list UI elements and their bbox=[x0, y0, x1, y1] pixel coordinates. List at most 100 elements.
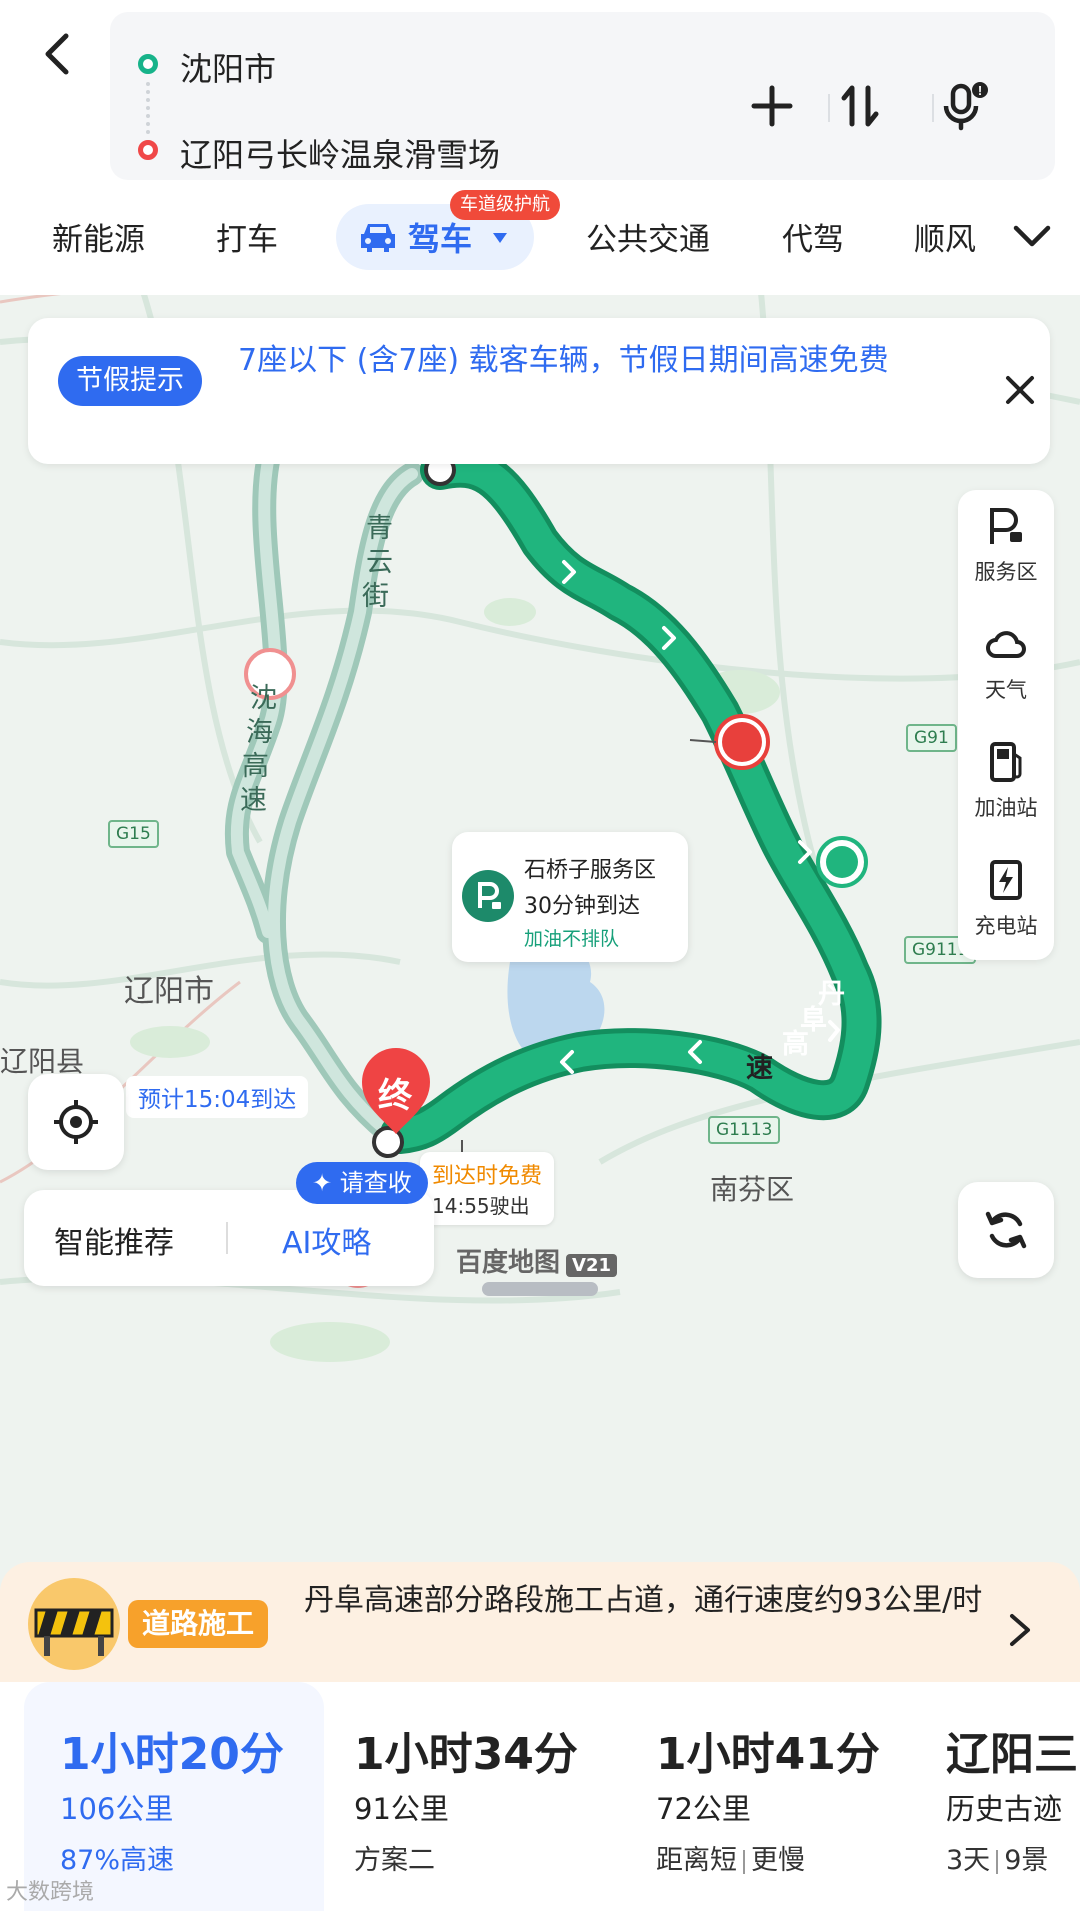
construction-barrier-icon bbox=[28, 1578, 120, 1670]
swap-button[interactable] bbox=[834, 80, 886, 132]
toll-free-label: 到达时免费 14:55驶出 bbox=[420, 1152, 555, 1225]
charging-station-label: 充电站 bbox=[974, 914, 1038, 938]
holiday-badge: 节假提示 bbox=[58, 356, 202, 406]
highway-shield: G15 bbox=[108, 820, 159, 848]
plan-distance: 91公里 bbox=[354, 1792, 449, 1826]
end-dot-icon bbox=[138, 140, 158, 160]
corner-watermark: 大数跨境 bbox=[6, 1880, 95, 1905]
route-input-panel: 沈阳市 辽阳弓长岭温泉滑雪场 ! bbox=[110, 12, 1055, 180]
plan-tag-b: 更慢 bbox=[751, 1845, 805, 1876]
holiday-text: 7座以下 (含7座) 载客车辆，节假日期间高速免费 bbox=[238, 343, 889, 378]
plan-duration: 1小时41分 bbox=[656, 1729, 880, 1780]
end-marker[interactable]: 终 bbox=[378, 1068, 412, 1117]
top-bar: 沈阳市 辽阳弓长岭温泉滑雪场 ! 新能源 打车 驾车 车道级护航 公共交通 代驾… bbox=[0, 0, 1080, 295]
place-label: 南芬区 bbox=[710, 1173, 795, 1206]
tab-chauffeur[interactable]: 代驾 bbox=[782, 214, 844, 259]
plan-tag: 87%高速 bbox=[60, 1845, 175, 1876]
road-label: 街 bbox=[362, 581, 389, 612]
service-area-layer[interactable]: 服务区 bbox=[958, 490, 1054, 606]
start-field[interactable]: 沈阳市 bbox=[180, 44, 276, 90]
tab-public-transit[interactable]: 公共交通 bbox=[586, 214, 710, 259]
tab-taxi[interactable]: 打车 bbox=[216, 214, 278, 259]
car-icon bbox=[361, 224, 395, 252]
service-area-eta: 30分钟到达 bbox=[524, 894, 640, 919]
check-tip-bubble[interactable]: ✦ 请查收 bbox=[296, 1162, 428, 1204]
service-area-label: 服务区 bbox=[974, 560, 1038, 584]
exit-time-text: 14:55驶出 bbox=[432, 1194, 530, 1218]
plan-distance: 72公里 bbox=[656, 1792, 751, 1826]
service-area-icon bbox=[990, 508, 1022, 544]
route-plans: 1小时20分 106公里 87%高速 1小时34分 91公里 方案二 1小时41… bbox=[0, 1682, 1080, 1911]
guide-tag: 3天 9景 bbox=[946, 1838, 1048, 1877]
highway-shield: G1113 bbox=[708, 1116, 781, 1144]
guide-tag-b: 9景 bbox=[1004, 1845, 1049, 1876]
add-waypoint-button[interactable] bbox=[746, 80, 798, 132]
plus-icon bbox=[751, 85, 793, 127]
eta-label: 预计15:04到达 bbox=[126, 1076, 309, 1118]
watermark-version: V21 bbox=[566, 1254, 617, 1277]
chevron-left-icon bbox=[45, 33, 69, 75]
destination-field[interactable]: 辽阳弓长岭温泉滑雪场 bbox=[180, 130, 500, 176]
toll-free-text: 到达时免费 bbox=[432, 1164, 543, 1189]
chevron-down-icon bbox=[1013, 225, 1051, 247]
service-area-note: 加油不排队 bbox=[524, 928, 620, 950]
crosshair-icon bbox=[54, 1100, 98, 1144]
highway-shield: G91 bbox=[906, 724, 957, 752]
route-plan-3[interactable]: 1小时41分 72公里 距离短 更慢 bbox=[620, 1682, 920, 1911]
road-label: 速 bbox=[746, 1053, 773, 1084]
gas-station-layer[interactable]: 加油站 bbox=[958, 726, 1054, 842]
cloud-icon bbox=[986, 631, 1026, 658]
weather-layer[interactable]: 天气 bbox=[958, 608, 1054, 724]
fuel-icon bbox=[990, 742, 1022, 782]
tab-new-energy[interactable]: 新能源 bbox=[52, 214, 145, 259]
start-dot-icon bbox=[138, 54, 158, 74]
lane-guidance-badge: 车道级护航 bbox=[450, 190, 560, 220]
plan-distance: 106公里 bbox=[60, 1792, 174, 1826]
caret-down-icon bbox=[493, 233, 507, 243]
plan-duration: 1小时34分 bbox=[354, 1729, 578, 1780]
notice-arrow[interactable] bbox=[1006, 1610, 1034, 1650]
route-connector bbox=[146, 82, 150, 134]
plan-tag: 方案二 bbox=[354, 1845, 435, 1876]
refresh-icon bbox=[985, 1211, 1027, 1249]
map-brand-watermark: 百度地图 V21 bbox=[456, 1242, 617, 1279]
tool-divider bbox=[828, 94, 830, 122]
tag-divider bbox=[996, 1849, 999, 1874]
back-button[interactable] bbox=[38, 30, 78, 78]
close-icon bbox=[1006, 376, 1034, 404]
guide-title: 辽阳三 bbox=[946, 1729, 1078, 1780]
swap-icon bbox=[841, 85, 879, 127]
service-area-name: 石桥子服务区 bbox=[524, 858, 657, 883]
road-label: 高 bbox=[782, 1029, 809, 1060]
voice-button[interactable]: ! bbox=[938, 80, 990, 132]
map-layer-panel: 服务区 天气 加油站 充电站 bbox=[958, 490, 1054, 960]
service-area-card[interactable]: 石桥子服务区 30分钟到达 加油不排队 bbox=[452, 832, 688, 962]
smart-recommend-panel: 智能推荐 AI攻略 bbox=[24, 1190, 434, 1286]
refresh-route-button[interactable] bbox=[958, 1182, 1054, 1278]
sheet-drag-handle[interactable] bbox=[482, 1282, 598, 1296]
construction-text: 丹阜高速部分路段施工占道，通行速度约93公里/时 bbox=[304, 1583, 983, 1618]
close-button[interactable] bbox=[1000, 370, 1040, 410]
plan-tag: 距离短 更慢 bbox=[656, 1838, 805, 1877]
tag-divider bbox=[743, 1849, 745, 1874]
smart-recommend-tab[interactable]: 智能推荐 bbox=[54, 1218, 174, 1262]
map-view[interactable]: 起 终 青 云 街 沈 海 高 速 丹 阜 高 速 辽阳市 辽阳县 南芬区 G9… bbox=[0, 282, 1080, 1562]
gas-station-label: 加油站 bbox=[974, 796, 1038, 820]
ai-guide-tab[interactable]: AI攻略 bbox=[282, 1218, 371, 1262]
more-tabs-button[interactable] bbox=[1010, 216, 1054, 256]
charging-icon bbox=[990, 860, 1022, 900]
place-label: 辽阳市 bbox=[124, 974, 214, 1009]
plan-tag-a: 距离短 bbox=[656, 1845, 737, 1876]
locate-button[interactable] bbox=[28, 1074, 124, 1170]
tab-carpool[interactable]: 顺风 bbox=[914, 214, 980, 259]
trip-guide-card[interactable]: 辽阳三 历史古迹 3天 9景 bbox=[910, 1682, 1080, 1911]
guide-tag-a: 3天 bbox=[946, 1845, 991, 1876]
tab-drive-label: 驾车 bbox=[408, 220, 473, 258]
chevron-right-icon bbox=[1010, 1614, 1030, 1646]
route-plan-2[interactable]: 1小时34分 91公里 方案二 bbox=[318, 1682, 618, 1911]
charging-station-layer[interactable]: 充电站 bbox=[958, 844, 1054, 960]
transport-mode-tabs: 新能源 打车 驾车 车道级护航 公共交通 代驾 顺风 bbox=[0, 190, 1080, 282]
road-construction-notice[interactable]: 道路施工 丹阜高速部分路段施工占道，通行速度约93公里/时 bbox=[0, 1562, 1080, 1692]
plan-duration: 1小时20分 bbox=[60, 1729, 284, 1780]
construction-badge: 道路施工 bbox=[128, 1600, 269, 1648]
